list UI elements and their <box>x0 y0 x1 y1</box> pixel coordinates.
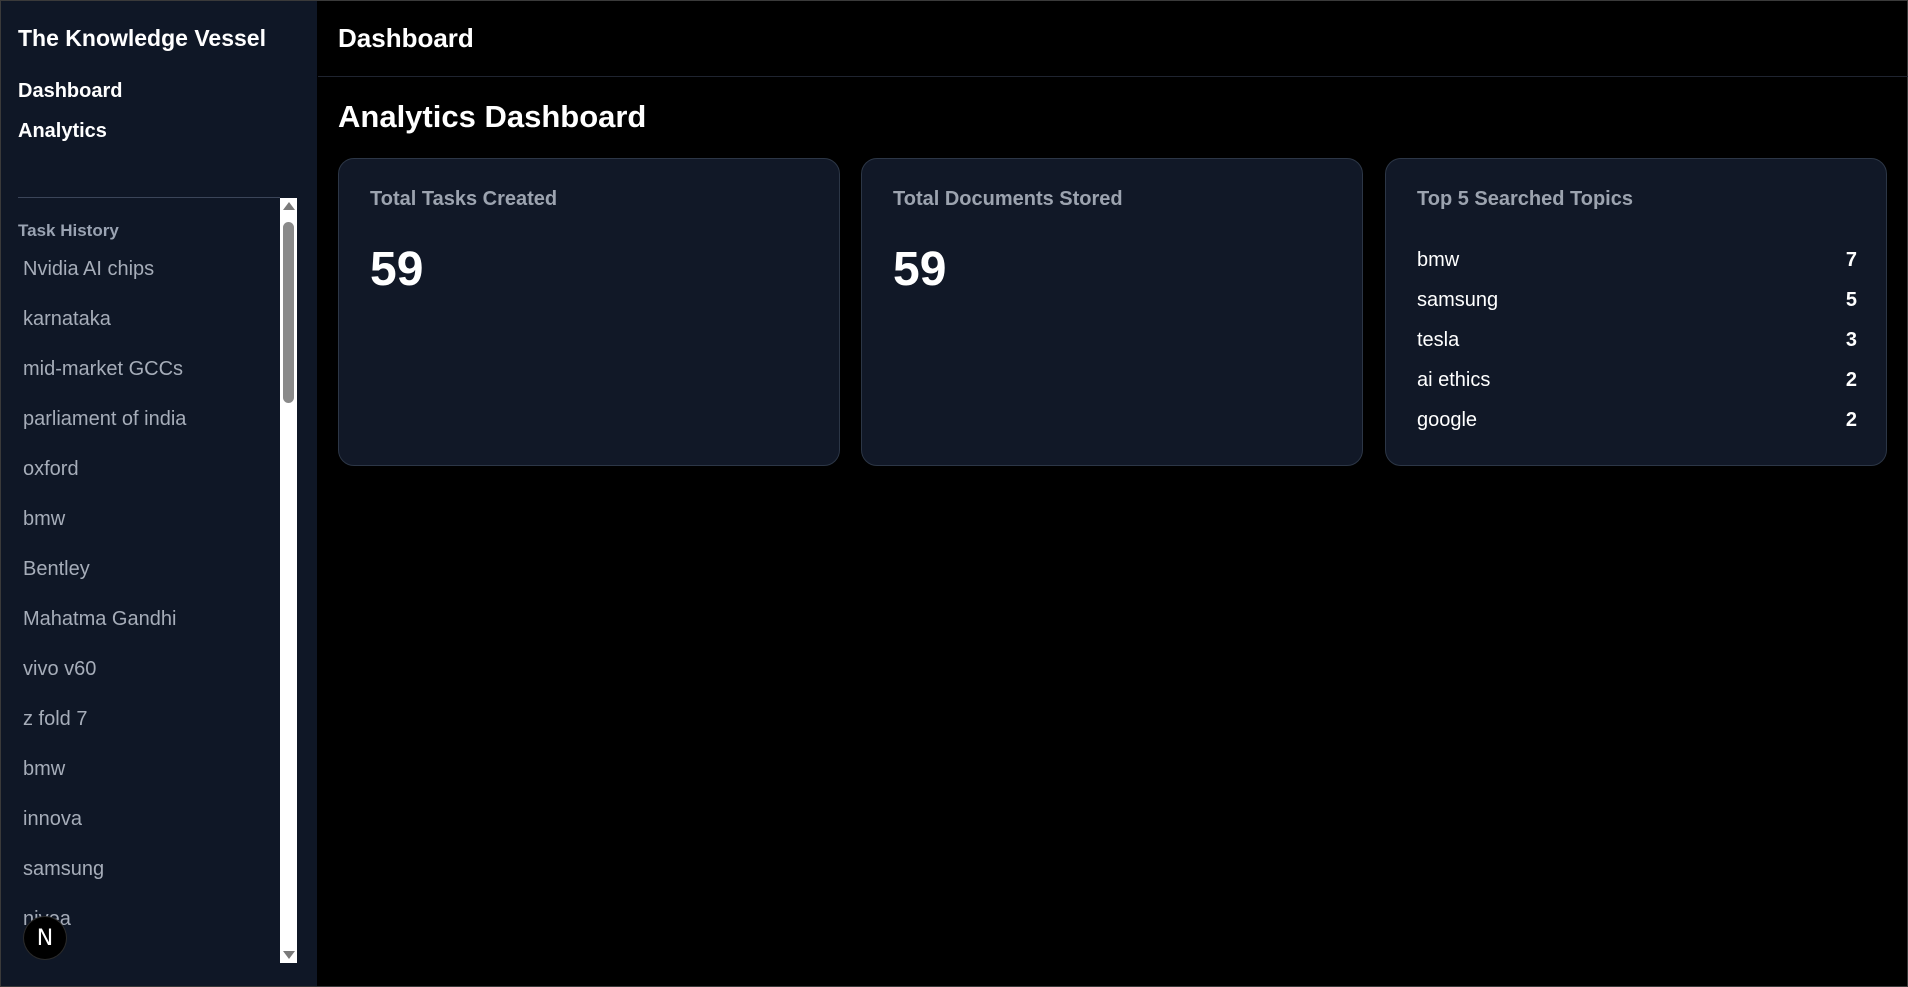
total-documents-value: 59 <box>893 243 947 296</box>
sidebar: The Knowledge Vessel Dashboard Analytics… <box>1 1 317 986</box>
task-history-panel[interactable]: Task History Nvidia AI chips karnataka m… <box>1 198 281 963</box>
scroll-down-arrow-icon[interactable] <box>283 951 295 959</box>
topic-name: google <box>1417 409 1478 431</box>
history-item[interactable]: bmw <box>23 758 65 781</box>
topic-count: 3 <box>1845 329 1857 351</box>
history-item[interactable]: Mahatma Gandhi <box>23 608 176 631</box>
scroll-up-arrow-icon[interactable] <box>283 202 295 210</box>
topic-count: 2 <box>1845 369 1857 391</box>
history-item[interactable]: oxford <box>23 458 79 481</box>
history-item[interactable]: Nvidia AI chips <box>23 258 154 281</box>
topic-count: 7 <box>1845 249 1857 271</box>
page-title: Analytics Dashboard <box>338 99 647 134</box>
nav-analytics-link[interactable]: Analytics <box>18 120 107 143</box>
history-item[interactable]: z fold 7 <box>23 708 87 731</box>
topic-name: bmw <box>1417 249 1460 271</box>
topic-row: ai ethics 2 <box>1417 369 1857 399</box>
history-item[interactable]: vivo v60 <box>23 658 96 681</box>
history-item[interactable]: bmw <box>23 508 65 531</box>
topic-row: bmw 7 <box>1417 249 1857 279</box>
nextjs-dev-badge-icon[interactable]: N <box>24 917 66 959</box>
task-history-title: Task History <box>18 221 119 240</box>
app-window: The Knowledge Vessel Dashboard Analytics… <box>0 0 1908 987</box>
topic-row: google 2 <box>1417 409 1857 439</box>
total-tasks-card: Total Tasks Created 59 <box>338 158 840 466</box>
top-topics-card: Top 5 Searched Topics bmw 7 samsung 5 te… <box>1385 158 1887 466</box>
nav-dashboard-link[interactable]: Dashboard <box>18 80 122 103</box>
topic-row: samsung 5 <box>1417 289 1857 319</box>
topic-count: 2 <box>1845 409 1857 431</box>
history-item[interactable]: innova <box>23 808 82 831</box>
total-tasks-value: 59 <box>370 243 424 296</box>
topic-name: tesla <box>1417 329 1460 351</box>
topic-name: samsung <box>1417 289 1499 311</box>
card-title: Total Documents Stored <box>893 188 1123 210</box>
history-scrollbar[interactable] <box>280 198 297 963</box>
history-item[interactable]: mid-market GCCs <box>23 358 183 381</box>
scroll-thumb[interactable] <box>283 222 294 403</box>
top-bar: Dashboard <box>318 1 1908 77</box>
topic-name: ai ethics <box>1417 369 1491 391</box>
header-title: Dashboard <box>338 23 474 53</box>
history-item[interactable]: Bentley <box>23 558 90 581</box>
topic-row: tesla 3 <box>1417 329 1857 359</box>
card-title: Total Tasks Created <box>370 188 558 210</box>
history-item[interactable]: samsung <box>23 858 104 881</box>
total-documents-card: Total Documents Stored 59 <box>861 158 1363 466</box>
brand-title: The Knowledge Vessel <box>18 25 266 51</box>
history-item[interactable]: parliament of india <box>23 408 186 431</box>
history-item[interactable]: karnataka <box>23 308 111 331</box>
topic-count: 5 <box>1845 289 1857 311</box>
card-title: Top 5 Searched Topics <box>1417 188 1633 210</box>
